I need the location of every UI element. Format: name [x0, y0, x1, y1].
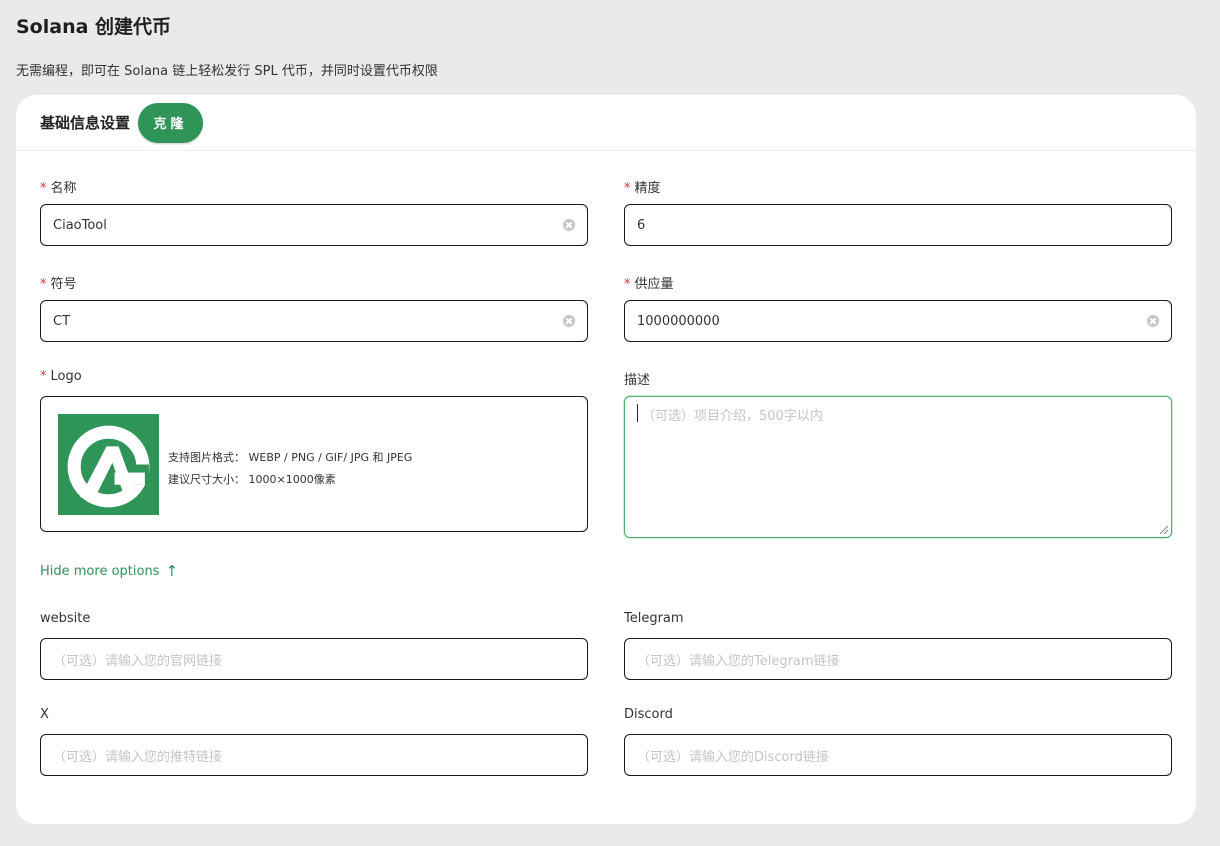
- website-label: website: [40, 611, 91, 626]
- name-input[interactable]: CiaoTool: [40, 204, 588, 246]
- hide-more-options-link[interactable]: Hide more options ↑: [40, 562, 179, 580]
- discord-input[interactable]: （可选）请输入您的Discord链接: [624, 734, 1172, 776]
- clone-button[interactable]: 克隆: [138, 102, 204, 143]
- clear-icon[interactable]: [563, 315, 575, 327]
- description-label: 描述: [624, 373, 651, 388]
- decimals-label: * 精度: [624, 181, 661, 196]
- arrow-up-icon: ↑: [165, 562, 179, 580]
- name-label: * 名称: [40, 181, 77, 196]
- logo-label: * Logo: [40, 369, 82, 384]
- ciaotool-logo[interactable]: [58, 414, 159, 515]
- website-input[interactable]: （可选）请输入您的官网链接: [40, 638, 588, 680]
- supply-label: * 供应量: [624, 277, 674, 292]
- text-caret: [637, 404, 638, 422]
- resize-handle[interactable]: [1160, 526, 1168, 534]
- x-label: X: [40, 707, 49, 722]
- symbol-label: * 符号: [40, 277, 77, 292]
- page-title: Solana 创建代币: [16, 16, 172, 38]
- card-header: 基础信息设置 克隆: [16, 95, 1196, 151]
- token-form-card: 基础信息设置 克隆 * 名称 CiaoTool * 精度 6 * 符号 CT * 供应量…: [16, 95, 1196, 824]
- supply-input[interactable]: 1000000000: [624, 300, 1172, 342]
- telegram-label: Telegram: [624, 611, 684, 626]
- decimals-input[interactable]: 6: [624, 204, 1172, 246]
- clear-icon[interactable]: [563, 219, 575, 231]
- logo-hint: 支持图片格式： WEBP / PNG / GIF/ JPG 和 JPEG 建议尺…: [168, 451, 413, 486]
- description-textarea[interactable]: （可选）项目介绍，500字以内: [624, 396, 1172, 538]
- page-subtitle: 无需编程，即可在 Solana 链上轻松发行 SPL 代币，并同时设置代币权限: [16, 64, 438, 79]
- clear-icon[interactable]: [1147, 315, 1159, 327]
- discord-label: Discord: [624, 707, 673, 722]
- card-title: 基础信息设置: [40, 114, 131, 132]
- x-input[interactable]: （可选）请输入您的推特链接: [40, 734, 588, 776]
- logo-upload[interactable]: 支持图片格式： WEBP / PNG / GIF/ JPG 和 JPEG 建议尺…: [40, 396, 588, 532]
- symbol-input[interactable]: CT: [40, 300, 588, 342]
- telegram-input[interactable]: （可选）请输入您的Telegram链接: [624, 638, 1172, 680]
